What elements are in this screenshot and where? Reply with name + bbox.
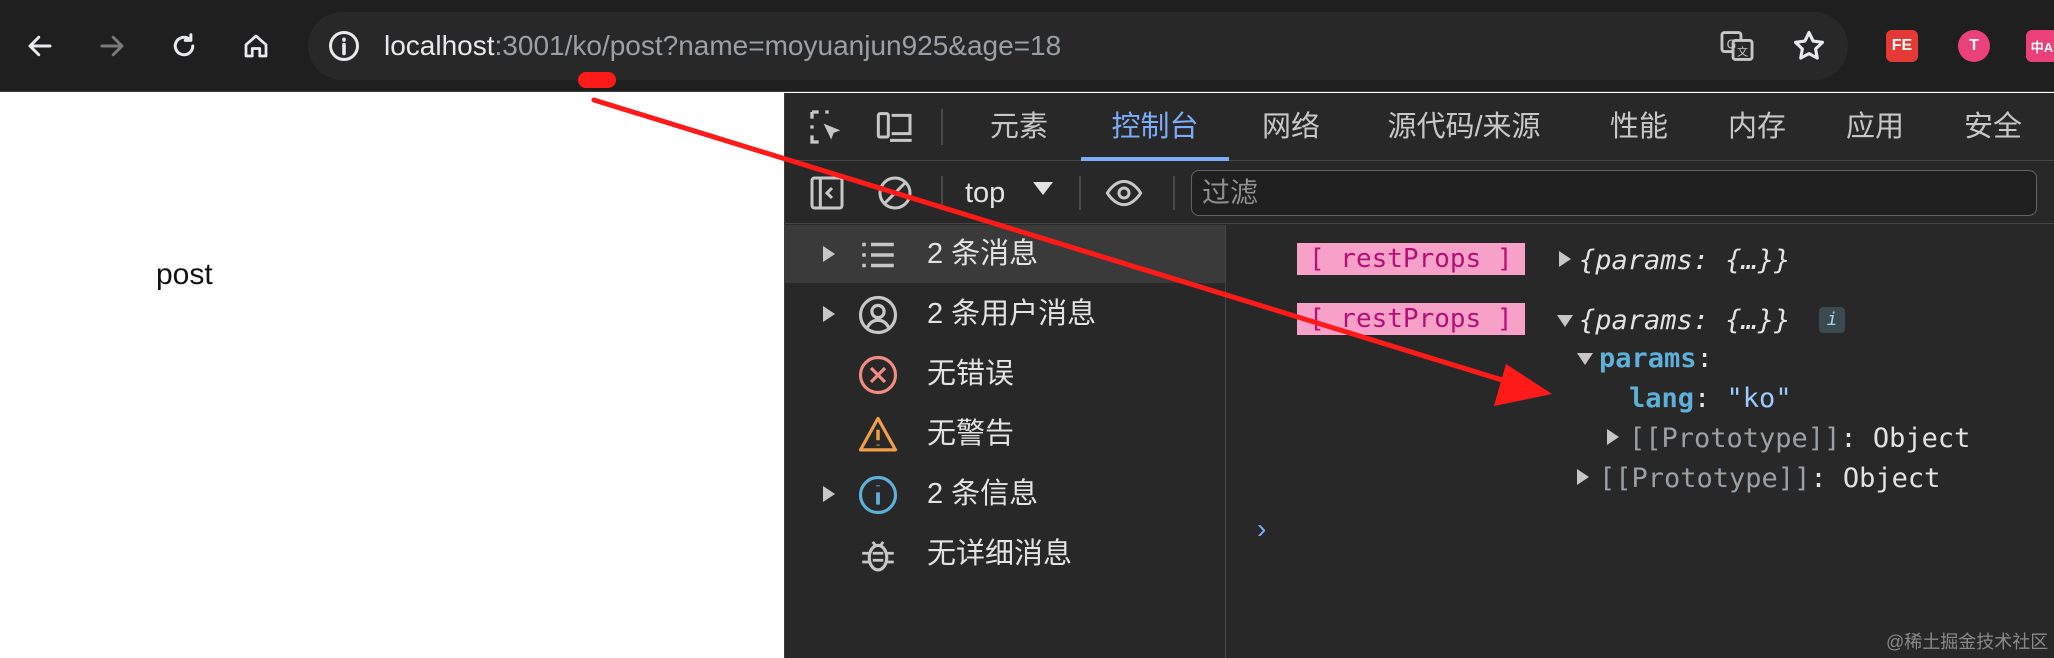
tree-node-params[interactable]: params:	[1227, 341, 2054, 375]
console-output: [ restProps ] {params: {…}} [ restProps …	[1227, 225, 2054, 658]
tab-elements[interactable]: 元素	[963, 93, 1075, 161]
tab-application[interactable]: 应用	[1821, 93, 1929, 161]
tab-performance[interactable]: 性能	[1585, 93, 1693, 161]
collapse-triangle-icon[interactable]	[1577, 353, 1593, 365]
sidebar-item-label: 无错误	[927, 358, 1015, 390]
devtools-panel: 元素 控制台 网络 源代码/来源 性能 内存 应用 安全 top 过滤 2 条消…	[784, 93, 2054, 658]
toolbar-divider	[1173, 176, 1175, 210]
info-icon	[858, 475, 898, 515]
device-toolbar-icon[interactable]	[875, 107, 915, 147]
pinyin-extension-icon[interactable]: 中A	[2026, 30, 2054, 62]
watermark: @稀土掘金技术社区	[1886, 632, 2049, 652]
svg-text:文: 文	[1737, 45, 1748, 59]
translate-page-icon[interactable]: G文	[1718, 27, 1756, 65]
expand-triangle-icon[interactable]	[1607, 429, 1619, 445]
expand-triangle-icon[interactable]	[823, 246, 835, 262]
sidebar-item-label: 2 条消息	[927, 238, 1039, 270]
object-preview[interactable]: {params: {…}}	[1579, 305, 1790, 336]
tree-node-prototype[interactable]: [[Prototype]]: Object	[1227, 461, 2054, 495]
chevron-down-icon	[1033, 182, 1053, 195]
console-toolbar: top 过滤	[785, 162, 2054, 224]
expand-triangle-icon[interactable]	[1559, 251, 1571, 267]
tab-network[interactable]: 网络	[1237, 93, 1345, 161]
prototype-line: [[Prototype]]: Object	[1629, 423, 1971, 454]
fe-extension-icon[interactable]: FE	[1886, 30, 1918, 62]
sidebar-item-label: 无详细消息	[927, 538, 1073, 570]
lang-value: "ko"	[1726, 383, 1792, 414]
sidebar-item-user-messages[interactable]: 2 条用户消息	[785, 285, 1225, 343]
sidebar-toggle-icon[interactable]	[807, 173, 847, 213]
prototype-line: [[Prototype]]: Object	[1599, 463, 1941, 494]
back-arrow-icon	[28, 35, 52, 57]
tab-memory[interactable]: 内存	[1703, 93, 1811, 161]
list-icon	[862, 242, 894, 268]
bookmark-star-icon[interactable]	[1790, 27, 1828, 65]
user-icon	[858, 295, 898, 335]
object-info-icon[interactable]: i	[1819, 307, 1845, 333]
sidebar-item-info[interactable]: 2 条信息	[785, 465, 1225, 523]
tab-console[interactable]: 控制台	[1081, 93, 1229, 161]
url-host: localhost	[384, 30, 495, 61]
devtools-tabbar: 元素 控制台 网络 源代码/来源 性能 内存 应用 安全	[785, 93, 2054, 161]
sidebar-item-warnings[interactable]: 无警告	[785, 405, 1225, 463]
expand-triangle-icon[interactable]	[823, 306, 835, 322]
params-key-name: params	[1599, 343, 1697, 374]
prototype-key: [[Prototype]]	[1629, 423, 1841, 454]
js-context-select[interactable]: top	[965, 172, 1005, 214]
tab-security[interactable]: 安全	[1939, 93, 2047, 161]
sidebar-item-label: 2 条用户消息	[927, 298, 1097, 330]
browser-toolbar: localhost:3001/ko/post?name=moyuanjun925…	[0, 0, 2054, 92]
log-badge: [ restProps ]	[1297, 243, 1525, 275]
console-prompt[interactable]: ›	[1257, 513, 1266, 545]
page-content-text: post	[156, 258, 213, 291]
sidebar-item-errors[interactable]: 无错误	[785, 345, 1225, 403]
inspect-element-icon[interactable]	[807, 107, 847, 147]
expand-triangle-icon[interactable]	[1577, 469, 1589, 485]
tree-node-prototype[interactable]: [[Prototype]]: Object	[1227, 421, 2054, 455]
home-icon	[244, 34, 268, 58]
toolbar-divider	[1079, 176, 1081, 210]
log-badge: [ restProps ]	[1297, 303, 1525, 335]
address-bar[interactable]: localhost:3001/ko/post?name=moyuanjun925…	[308, 12, 1848, 80]
sidebar-item-label: 2 条信息	[927, 478, 1039, 510]
prototype-key: [[Prototype]]	[1599, 463, 1811, 494]
live-expression-eye-icon[interactable]	[1101, 173, 1147, 213]
back-button[interactable]	[14, 20, 66, 72]
prototype-value: Object	[1842, 463, 1941, 494]
reload-icon	[173, 33, 195, 57]
sidebar-item-verbose[interactable]: 无详细消息	[785, 525, 1225, 583]
expand-triangle-icon[interactable]	[823, 486, 835, 502]
console-sidebar: 2 条消息 2 条用户消息 无错误 无警告 2 条信息 无详细消息	[785, 225, 1226, 658]
console-log-row: [ restProps ] {params: {…}}	[1227, 243, 2054, 277]
lang-line: lang: "ko"	[1629, 383, 1792, 414]
collapse-triangle-icon[interactable]	[1557, 315, 1573, 327]
lang-key: lang	[1629, 383, 1695, 414]
site-info-icon[interactable]	[326, 28, 362, 64]
reload-button[interactable]	[158, 20, 210, 72]
bug-icon	[862, 541, 894, 572]
clear-console-icon[interactable]	[875, 173, 915, 213]
sidebar-item-messages[interactable]: 2 条消息	[785, 225, 1225, 283]
prototype-value: Object	[1872, 423, 1971, 454]
object-preview[interactable]: {params: {…}}	[1579, 245, 1790, 276]
error-icon	[858, 355, 898, 395]
warning-icon	[858, 416, 898, 452]
translate-extension-icon[interactable]: T	[1958, 30, 1990, 62]
toolbar-divider	[941, 176, 943, 210]
forward-arrow-icon	[100, 35, 124, 57]
console-filter-input[interactable]: 过滤	[1191, 170, 2037, 216]
url-text[interactable]: localhost:3001/ko/post?name=moyuanjun925…	[384, 28, 1061, 64]
sidebar-item-label: 无警告	[927, 418, 1015, 450]
console-log-row: [ restProps ] {params: {…}} i	[1227, 303, 2054, 337]
tabbar-divider	[941, 109, 943, 145]
tab-sources[interactable]: 源代码/来源	[1353, 93, 1575, 161]
home-button[interactable]	[230, 20, 282, 72]
params-key: params:	[1599, 343, 1713, 374]
url-path: :3001/ko/post?name=moyuanjun925&age=18	[494, 30, 1062, 61]
forward-button[interactable]	[86, 20, 138, 72]
svg-text:G: G	[1727, 36, 1737, 51]
tree-node-lang: lang: "ko"	[1227, 381, 2054, 415]
